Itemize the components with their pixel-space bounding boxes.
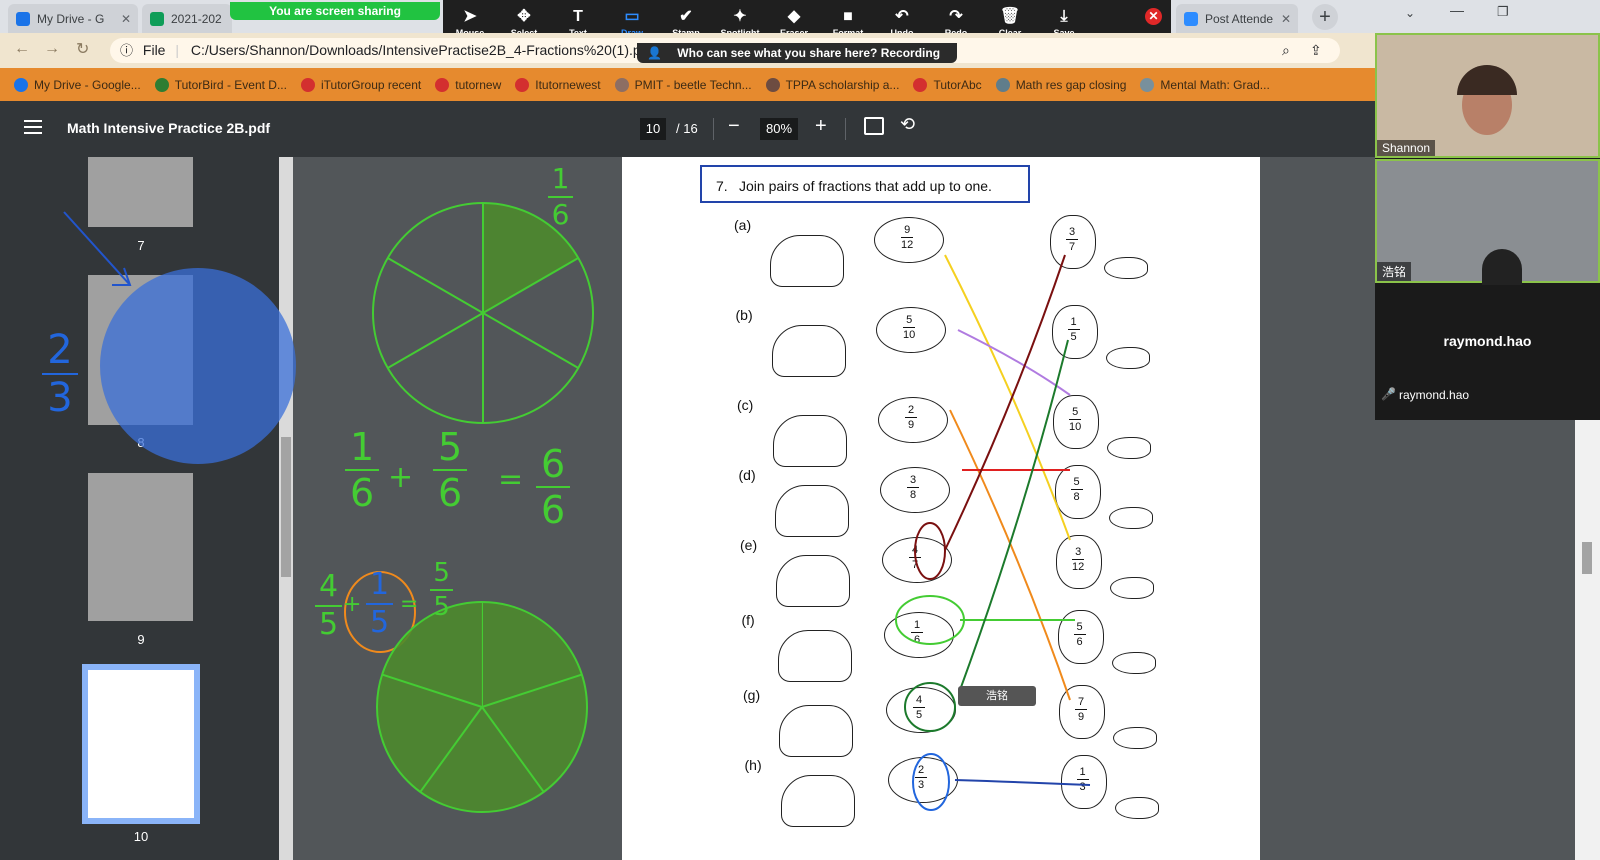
hand-denominator: 5 xyxy=(318,607,339,642)
hand-fraction: 16 xyxy=(345,425,380,515)
hand-denominator: 6 xyxy=(438,471,463,515)
match-line xyxy=(949,409,1071,701)
match-line xyxy=(957,329,1071,396)
hand-equals: = xyxy=(400,592,419,617)
hand-denominator: 6 xyxy=(551,198,570,231)
hand-operator: + xyxy=(388,460,414,495)
hand-fraction: 15 xyxy=(366,570,393,638)
hand-denominator: 6 xyxy=(350,471,375,515)
hand-numerator: 1 xyxy=(369,567,390,602)
hand-fraction: 45 xyxy=(315,572,342,640)
pen-circle xyxy=(904,682,956,732)
participant-name: 浩铭 xyxy=(1377,262,1412,281)
pen-circle xyxy=(895,595,965,645)
hand-denominator: 6 xyxy=(541,488,566,532)
annotation-layer xyxy=(63,202,1091,813)
video-panel: Shannon 浩铭 raymond.hao 🎤 raymond.hao xyxy=(1375,33,1600,420)
hand-equals: = xyxy=(498,462,524,497)
pie-divider xyxy=(482,312,579,369)
pen-circle xyxy=(912,753,950,811)
hand-numerator: 1 xyxy=(551,162,570,195)
muted-mic-icon: 🎤 xyxy=(1381,387,1396,401)
match-line xyxy=(954,779,1091,786)
hand-fraction-side: 23 xyxy=(42,330,78,418)
person-head xyxy=(1482,249,1522,285)
hand-operator: + xyxy=(343,592,362,617)
hand-denominator: 5 xyxy=(369,605,390,640)
hand-fraction-top: 16 xyxy=(548,162,574,231)
restore-icon[interactable]: ❐ xyxy=(1497,4,1509,20)
participant-footer-name: raymond.hao xyxy=(1399,388,1470,402)
hand-numerator: 2 xyxy=(47,327,73,373)
hand-fraction: 56 xyxy=(433,425,468,515)
hand-numerator: 5 xyxy=(433,558,450,588)
pie-fifths xyxy=(376,601,588,813)
video-haoming[interactable]: 浩铭 xyxy=(1375,159,1600,285)
hand-fraction: 66 xyxy=(536,442,571,532)
hand-numerator: 6 xyxy=(541,442,566,486)
pie-divider xyxy=(387,312,484,369)
annotator-name-tag: 浩铭 xyxy=(958,686,1036,706)
match-line xyxy=(944,254,1071,541)
participant-name: Shannon xyxy=(1377,140,1436,156)
arrow-annotation xyxy=(63,211,131,286)
hand-denominator: 5 xyxy=(433,592,450,622)
hand-fraction: 55 xyxy=(430,558,454,622)
tab-search-icon[interactable]: ⌄ xyxy=(1405,6,1415,20)
pie-sixths xyxy=(372,202,594,424)
participant-name-large: raymond.hao xyxy=(1443,333,1532,349)
blue-spotlight-circle xyxy=(100,268,296,464)
minimize-icon[interactable]: — xyxy=(1450,2,1464,18)
hand-numerator: 5 xyxy=(438,425,463,469)
video-shannon[interactable]: Shannon xyxy=(1375,33,1600,158)
person-hair xyxy=(1457,65,1517,95)
pie-divider xyxy=(387,257,484,314)
hand-denominator: 3 xyxy=(47,375,73,421)
scroll-thumb[interactable] xyxy=(1582,542,1592,574)
pen-circle xyxy=(914,522,946,580)
hand-numerator: 4 xyxy=(318,569,339,604)
match-line xyxy=(944,254,1066,551)
hand-numerator: 1 xyxy=(350,425,375,469)
